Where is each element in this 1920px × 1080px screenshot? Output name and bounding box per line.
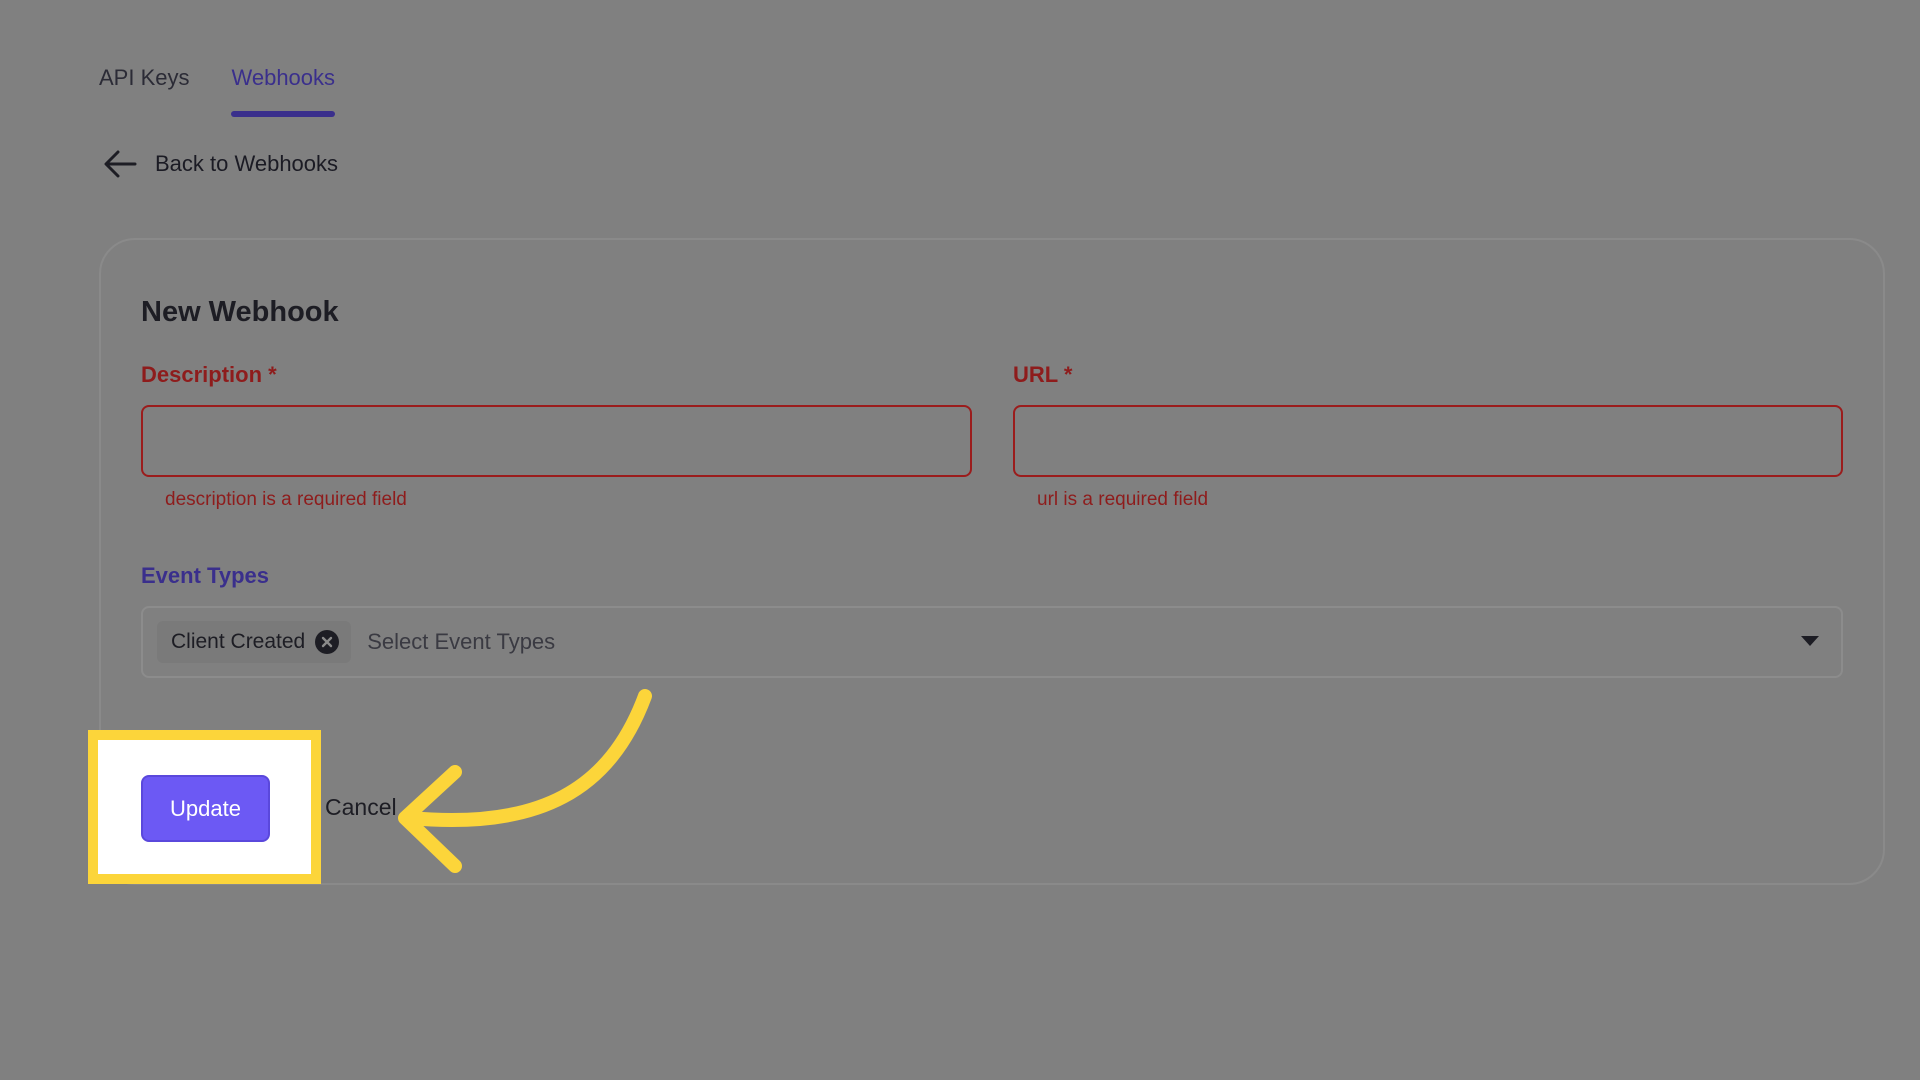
event-type-chip-label: Client Created (171, 630, 306, 653)
description-input[interactable] (141, 405, 972, 477)
form-title: New Webhook (141, 296, 339, 328)
event-types-placeholder: Select Event Types (367, 629, 556, 654)
caret-down-icon[interactable] (1801, 636, 1819, 646)
event-type-chip: Client Created (157, 621, 352, 663)
url-error: url is a required field (1037, 489, 1209, 510)
webhook-form-card (99, 238, 1885, 885)
description-label: Description * (141, 362, 277, 387)
update-button[interactable]: Update (141, 775, 270, 842)
url-input[interactable] (1013, 405, 1843, 477)
tab-api-keys[interactable]: API Keys (99, 60, 189, 120)
tab-bar: API Keys Webhooks (99, 60, 335, 120)
tab-webhooks[interactable]: Webhooks (231, 60, 335, 120)
event-types-select[interactable]: Client Created Select Event Types (141, 606, 1843, 678)
back-to-webhooks-link[interactable]: Back to Webhooks (103, 146, 338, 182)
event-types-label: Event Types (141, 563, 269, 588)
url-label: URL * (1013, 362, 1073, 387)
arrow-left-icon (103, 149, 137, 179)
description-error: description is a required field (165, 489, 407, 510)
close-circle-icon[interactable] (315, 630, 340, 654)
cancel-button[interactable]: Cancel (325, 794, 397, 821)
back-link-label: Back to Webhooks (155, 151, 339, 176)
